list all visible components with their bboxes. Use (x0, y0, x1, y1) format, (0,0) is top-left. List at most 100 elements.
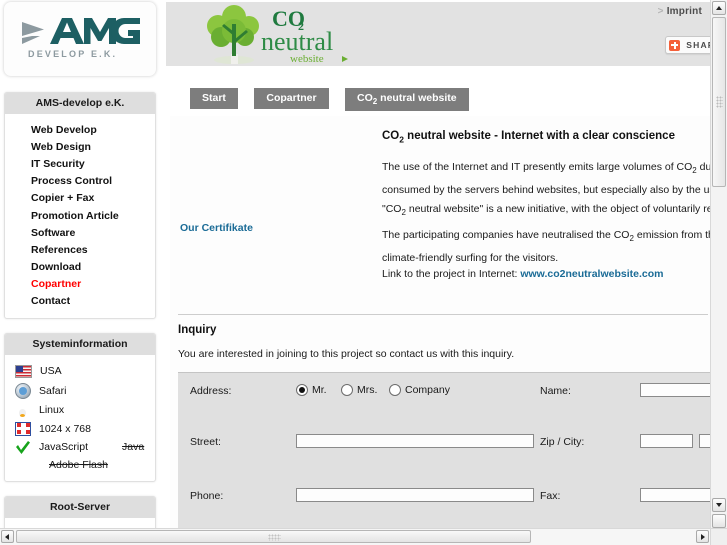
scroll-down-button[interactable] (712, 498, 726, 512)
para2-a: The participating companies have neutral… (382, 229, 630, 241)
sidebar-item-web-design[interactable]: Web Design (5, 138, 155, 155)
site-header: DEVELOP E.K. CO 2 neutral website > Impr… (0, 0, 710, 80)
project-website-link[interactable]: www.co2neutralwebsite.com (520, 268, 663, 280)
rootserver-title: Root-Server (5, 497, 155, 519)
main-content: Start Copartner CO2 neutral website CO2 … (170, 88, 710, 529)
sysinfo-flash-label: Adobe Flash (49, 458, 108, 471)
tab-copartner[interactable]: Copartner (254, 88, 329, 109)
svg-text:DEVELOP E.K.: DEVELOP E.K. (28, 49, 117, 59)
ams-logo-card[interactable]: DEVELOP E.K. (4, 2, 156, 76)
sidebar-item-promotion-article[interactable]: Promotion Article (5, 207, 155, 224)
sysinfo-row-flash: Adobe Flash (5, 456, 155, 473)
link-prefix: Link to the project in Internet: (382, 268, 521, 280)
sidebar-item-copier-fax[interactable]: Copier + Fax (5, 190, 155, 207)
svg-text:website: website (290, 53, 324, 65)
tab-bar: Start Copartner CO2 neutral website (170, 88, 710, 114)
sidebar-item-download[interactable]: Download (5, 259, 155, 276)
radio-mrs-label: Mrs. (357, 384, 378, 396)
horizontal-scrollbar-thumb[interactable] (16, 530, 531, 543)
scroll-right-button[interactable] (696, 530, 709, 543)
radio-company-label: Company (405, 384, 450, 396)
sysinfo-browser-label: Safari (39, 384, 67, 397)
tab-co2-prefix: CO (357, 92, 373, 104)
para2-line2: climate-friendly surfing for the visitor… (382, 251, 559, 264)
page-content: DEVELOP E.K. CO 2 neutral website > Impr… (0, 0, 710, 529)
name-label: Name: (540, 385, 571, 397)
nav-panel-title: AMS-develop e.K. (5, 93, 155, 114)
article-project-link-line: Link to the project in Internet: www.co2… (382, 265, 710, 285)
ams-develop-logo: DEVELOP E.K. (22, 18, 140, 59)
sysinfo-row-country: USA (5, 362, 155, 380)
share-button[interactable]: SHARE (665, 36, 710, 54)
sidebar-item-references[interactable]: References (5, 241, 155, 258)
us-flag-icon (15, 364, 32, 378)
address-label: Address: (190, 385, 232, 397)
sysinfo-row-browser: Safari (5, 380, 155, 401)
browser-viewport: DEVELOP E.K. CO 2 neutral website > Impr… (0, 0, 727, 545)
para1-line2: consumed by the servers behind websites,… (382, 183, 710, 196)
radio-company-dot (389, 384, 401, 396)
form-row-address: Address: Mr. Mrs. Company Name: (178, 373, 710, 403)
form-row-phone: Phone: Fax: (178, 430, 710, 502)
sysinfo-java-label: Java (122, 441, 145, 454)
nav-list: Web Develop Web Design IT Security Proce… (5, 114, 155, 318)
scrollbar-corner (710, 528, 727, 545)
scrollbar-grip-icon (267, 534, 281, 541)
radio-mrs[interactable]: Mrs. (341, 384, 377, 396)
horizontal-scrollbar[interactable] (0, 528, 727, 545)
systeminformation-list: USA Safari Linux 1024 x 768 JavaScript J… (5, 355, 155, 481)
sidebar-item-contact[interactable]: Contact (5, 293, 155, 310)
sysinfo-row-scripting: JavaScript Java (5, 438, 155, 456)
sidebar-item-web-develop[interactable]: Web Develop (5, 121, 155, 138)
para1-line3a: "CO (382, 203, 402, 216)
radio-mr[interactable]: Mr. (296, 384, 327, 396)
imprint-label: Imprint (666, 6, 702, 17)
sysinfo-row-resolution: 1024 x 768 (5, 419, 155, 438)
content-inner: CO2 neutral website - Internet with a cl… (170, 116, 710, 529)
para1-b: due to the energy (699, 161, 710, 173)
tab-start[interactable]: Start (190, 88, 238, 109)
inquiry-heading: Inquiry (178, 324, 217, 336)
form-row-message: Message: (178, 484, 710, 511)
scroll-left-button[interactable] (1, 530, 14, 543)
sysinfo-row-os: Linux (5, 401, 155, 419)
article-title: CO2 neutral website - Internet with a cl… (382, 130, 675, 144)
tab-co2-tail: neutral website (377, 92, 457, 104)
article-paragraph-2: The participating companies have neutral… (382, 226, 710, 268)
sysinfo-country-label: USA (40, 365, 62, 378)
radio-company[interactable]: Company (389, 384, 450, 396)
sidebar-item-it-security[interactable]: IT Security (5, 155, 155, 172)
our-certifikate-link[interactable]: Our Certifikate (180, 222, 253, 234)
article-title-pre: CO (382, 130, 400, 142)
sidebar-item-software[interactable]: Software (5, 224, 155, 241)
article-title-post: neutral website - Internet with a clear … (403, 130, 675, 142)
share-label: SHARE (686, 40, 710, 50)
screen-resolution-icon (15, 421, 31, 436)
scroll-up-button[interactable] (712, 1, 726, 15)
sidebar: AMS-develop e.K. Web Develop Web Design … (4, 92, 156, 529)
systeminformation-title: Systeminformation (5, 334, 155, 356)
scroll-down-button-secondary[interactable] (712, 514, 726, 528)
form-row-street: Street: Zip / City: (178, 403, 710, 448)
sidebar-item-copartner[interactable]: Copartner (5, 276, 155, 293)
rootserver-panel: Root-Server (4, 496, 156, 529)
vertical-scrollbar-thumb[interactable] (712, 17, 726, 187)
tab-co2-neutral-website[interactable]: CO2 neutral website (345, 88, 469, 112)
name-input[interactable] (640, 383, 710, 397)
article-paragraph-1: The use of the Internet and IT presently… (382, 158, 710, 223)
sysinfo-os-label: Linux (39, 404, 65, 417)
nav-panel: AMS-develop e.K. Web Develop Web Design … (4, 92, 156, 320)
scrollbar-grip-icon (716, 96, 723, 108)
sysinfo-resolution-label: 1024 x 768 (39, 422, 91, 435)
radio-mr-label: Mr. (312, 384, 327, 396)
radio-mrs-dot (341, 384, 353, 396)
sidebar-item-process-control[interactable]: Process Control (5, 173, 155, 190)
svg-text:neutral: neutral (261, 27, 333, 56)
imprint-link[interactable]: > Imprint (658, 6, 702, 17)
plus-icon (669, 39, 681, 51)
inquiry-subtitle: You are interested in joining to this pr… (178, 348, 515, 360)
vertical-scrollbar[interactable] (710, 0, 727, 529)
co2-neutral-website-logo[interactable]: CO 2 neutral website (188, 4, 358, 66)
radio-mr-dot (296, 384, 308, 396)
para2-b: emission from the (636, 229, 710, 241)
